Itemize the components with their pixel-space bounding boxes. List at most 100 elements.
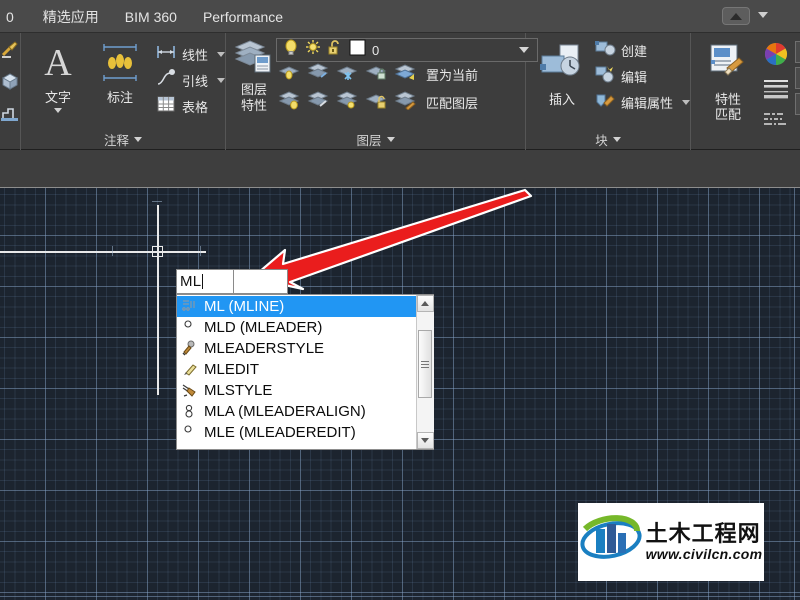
layer-lock-icon[interactable] [365,62,387,87]
section-icon[interactable] [0,105,20,130]
scroll-down-button[interactable] [416,432,434,449]
block-panel-title-text: 块 [595,134,608,148]
text-a-icon: A [36,42,80,87]
layer-panel-title[interactable]: 图层 [226,129,525,150]
layer-panel-title-text: 图层 [356,134,382,148]
chevron-down-icon[interactable] [217,51,226,57]
insert-block-label: 插入 [549,92,576,107]
pencil-icon[interactable] [0,39,20,64]
scrollbar-thumb[interactable] [417,330,432,398]
autocomplete-item-mlstyle[interactable]: MLSTYLE [177,380,416,401]
set-current-label: 置为当前 [426,68,479,83]
annotation-panel-title-text: 注释 [104,134,130,148]
mleaderstyle-icon [181,340,199,357]
table-button[interactable]: 表格 [155,93,225,119]
ribbon-panel-truncated [0,33,21,150]
autocomplete-item-mleader[interactable]: MLD (MLEADER) [177,317,416,338]
leader-label: 引线 [182,73,209,89]
layer-properties-button[interactable]: 图层 特性 [232,33,276,115]
civilcn-logo-icon [580,514,642,570]
leader-button[interactable]: 引线 [155,67,226,93]
set-current-layer-icon[interactable] [394,62,416,87]
ribbon-panel-block: 插入 创建 编辑 编辑属性 块 [526,33,692,150]
autocomplete-item-label: MLEDIT [204,361,260,378]
color-swatch-icon[interactable] [349,39,366,61]
mledit-icon [181,361,199,378]
chevron-down-icon[interactable] [134,137,143,142]
lineweight-icon[interactable] [763,111,789,136]
autocomplete-list: ML (MLINE) MLD (MLEADER) MLEADERSTYLE ML… [177,295,416,449]
table-label: 表格 [182,99,209,115]
crosshair-tick-top [152,201,162,202]
autocomplete-dropdown[interactable]: ML (MLINE) MLD (MLEADER) MLEADERSTYLE ML… [176,294,434,450]
cube-icon[interactable] [0,72,20,97]
annotation-panel-title[interactable]: 注释 [21,129,225,150]
create-block-button[interactable]: 创建 [594,37,690,63]
command-input-extension[interactable] [234,269,288,294]
unlock-icon[interactable] [327,39,343,61]
linear-dimension-icon [155,42,177,67]
text-tool-button[interactable]: A 文字 [29,37,87,113]
pickbox [152,246,163,257]
tab-performance[interactable]: Performance [190,0,296,33]
tab-featured-apps[interactable]: 精选应用 [30,0,112,33]
color-combo-box[interactable] [795,41,800,63]
autocomplete-item-mline[interactable]: ML (MLINE) [177,296,416,317]
autocomplete-item-mleaderedit[interactable]: MLE (MLEADEREDIT) [177,422,416,443]
match-properties-button[interactable]: 特性 匹配 [699,37,757,136]
scrollbar-track[interactable] [416,312,434,432]
chevron-down-icon[interactable] [386,137,395,142]
text-tool-label: 文字 [44,90,71,105]
match-properties-label-2: 匹配 [715,107,742,122]
match-layer-icon[interactable] [394,90,416,115]
linetype-combo-box[interactable] [795,67,800,89]
layer-isolate-icon[interactable] [278,62,300,87]
autocomplete-item-mledit[interactable]: MLEDIT [177,359,416,380]
edit-attributes-button[interactable]: 编辑属性 [594,89,691,115]
dimension-tool-label: 标注 [106,90,133,105]
create-block-label: 创建 [621,43,648,59]
grip-lines-icon [420,360,429,368]
insert-block-button[interactable]: 插入 [534,37,590,115]
chevron-down-icon[interactable] [612,137,621,142]
tab-bim360[interactable]: BIM 360 [112,0,190,33]
lineweight-combo-box[interactable] [795,93,800,115]
sun-icon[interactable] [305,39,321,61]
autocomplete-item-mleaderstyle[interactable]: MLEADERSTYLE [177,338,416,359]
layer-thaw-icon[interactable] [307,90,329,115]
drawing-tab-strip [0,150,800,188]
scroll-up-button[interactable] [416,295,434,312]
lightbulb-icon[interactable] [283,39,299,61]
dimension-icon [98,42,142,87]
linear-dimension-button[interactable]: 线性 [155,41,226,67]
watermark-url: www.civilcn.com [645,546,763,562]
layer-combo-box[interactable]: 0 [276,38,539,62]
layer-turn-on-all-icon[interactable] [336,90,358,115]
autocomplete-scrollbar[interactable] [416,295,434,449]
dimension-tool-button[interactable]: 标注 [91,37,149,105]
ribbon-panel-annotation: A 文字 标注 线性 引线 表格 注释 [21,33,227,150]
layer-freeze-icon[interactable] [307,62,329,87]
tab-truncated[interactable]: 0 [2,0,30,33]
layer-on-icon[interactable] [278,90,300,115]
autocomplete-item-mleaderalign[interactable]: MLA (MLEADERALIGN) [177,401,416,422]
block-panel-title[interactable]: 块 [526,129,690,150]
color-wheel-icon[interactable] [763,41,789,72]
layer-off-icon[interactable] [336,62,358,87]
chevron-down-icon[interactable] [217,77,226,83]
layer-unlock-icon[interactable] [365,90,387,115]
minimize-ribbon-button[interactable] [722,7,750,25]
chevron-down-icon[interactable] [682,99,691,105]
crosshair-tick-right [200,246,201,256]
autocomplete-item-label: MLEADERSTYLE [204,340,325,357]
command-input[interactable]: ML [176,269,234,294]
mline-icon [181,298,199,315]
watermark: 土木工程网 www.civilcn.com [578,503,764,581]
edit-block-button[interactable]: 编辑 [594,63,690,89]
linetype-icon[interactable] [763,78,789,105]
watermark-title: 土木工程网 [645,521,761,546]
mleaderalign-icon [181,403,199,420]
layer-properties-label-1: 图层 [241,82,268,97]
chevron-down-icon[interactable] [758,12,768,18]
chevron-down-icon[interactable] [54,108,62,113]
